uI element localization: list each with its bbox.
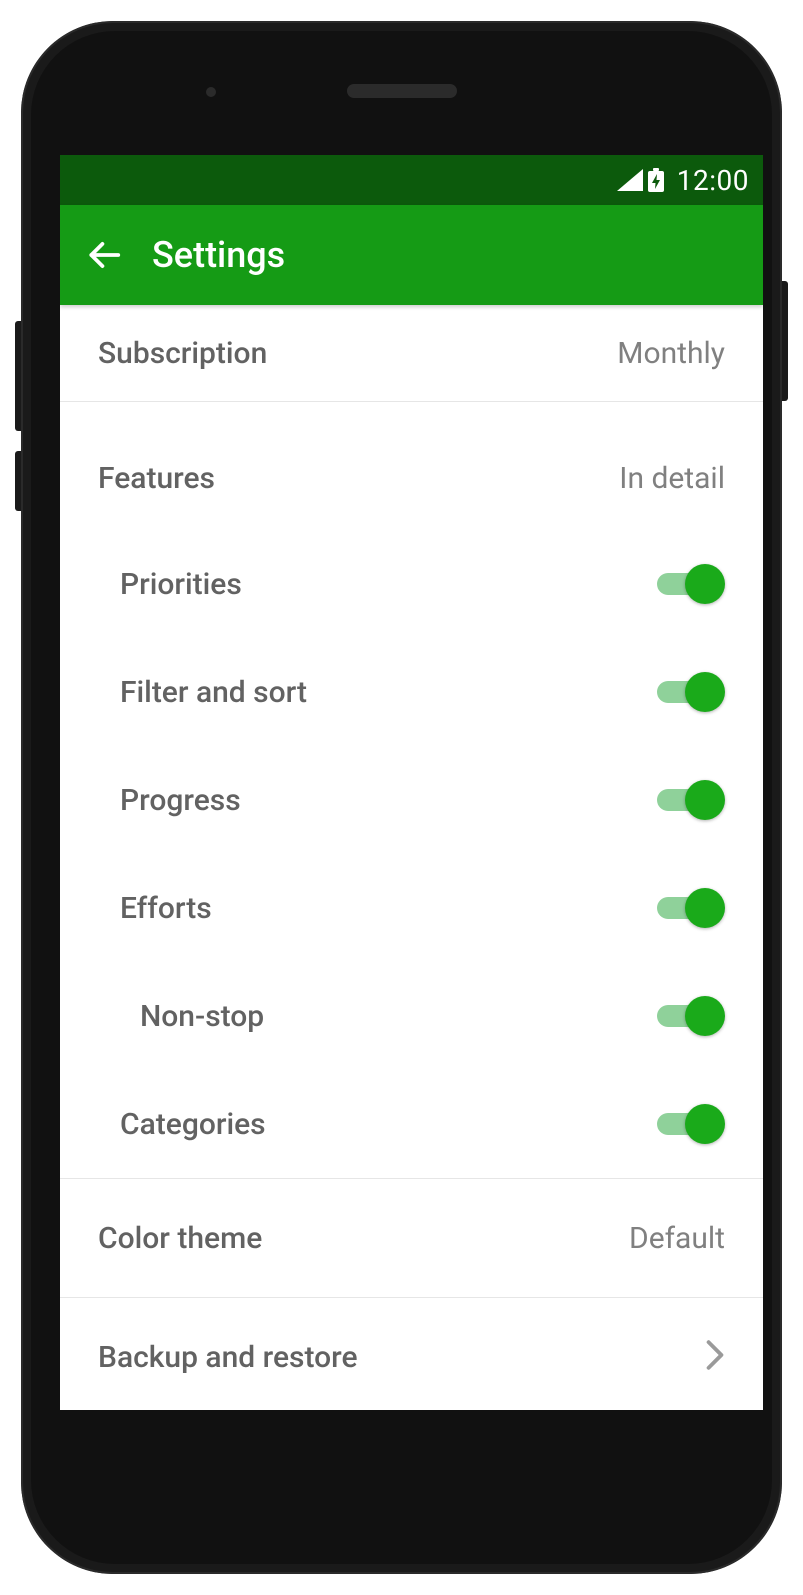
feature-row-efforts: Efforts: [60, 854, 763, 962]
subscription-label: Subscription: [98, 336, 267, 371]
settings-list[interactable]: Subscription Monthly Features In detail …: [60, 305, 763, 1410]
toggle-categories[interactable]: [657, 1104, 725, 1144]
feature-row-priorities: Priorities: [60, 530, 763, 638]
volume-down-button: [15, 451, 21, 511]
toggle-nonstop[interactable]: [657, 996, 725, 1036]
volume-up-button: [15, 321, 21, 431]
switch-thumb: [685, 780, 725, 820]
switch-thumb: [685, 564, 725, 604]
backup-restore-row[interactable]: Backup and restore: [60, 1298, 763, 1410]
color-theme-value: Default: [629, 1221, 725, 1256]
feature-label: Non-stop: [140, 999, 264, 1034]
page-title: Settings: [152, 234, 285, 276]
feature-label: Progress: [120, 783, 241, 818]
switch-thumb: [685, 888, 725, 928]
toggle-progress[interactable]: [657, 780, 725, 820]
backup-restore-label: Backup and restore: [98, 1340, 358, 1375]
chevron-right-icon: [705, 1339, 725, 1375]
phone-frame: 12:00 Settings Subscription Monthly F: [21, 21, 782, 1574]
toggle-efforts[interactable]: [657, 888, 725, 928]
subscription-row[interactable]: Subscription Monthly: [60, 305, 763, 401]
feature-label: Priorities: [120, 567, 242, 602]
switch-thumb: [685, 996, 725, 1036]
color-theme-label: Color theme: [98, 1221, 262, 1256]
toggle-priorities[interactable]: [657, 564, 725, 604]
arrow-left-icon: [85, 236, 123, 274]
spacer: [60, 402, 763, 426]
switch-thumb: [685, 672, 725, 712]
subscription-value: Monthly: [617, 336, 725, 371]
feature-row-nonstop: Non-stop: [60, 962, 763, 1070]
feature-label: Efforts: [120, 891, 212, 926]
status-time: 12:00: [677, 164, 749, 197]
status-bar: 12:00: [60, 155, 763, 205]
back-button[interactable]: [78, 229, 130, 281]
feature-row-filter-sort: Filter and sort: [60, 638, 763, 746]
power-button: [782, 281, 788, 401]
toggle-filter-sort[interactable]: [657, 672, 725, 712]
screen: 12:00 Settings Subscription Monthly F: [60, 155, 763, 1410]
color-theme-row[interactable]: Color theme Default: [60, 1179, 763, 1297]
phone-sensor: [206, 87, 216, 97]
phone-speaker: [347, 84, 457, 98]
feature-row-categories: Categories: [60, 1070, 763, 1178]
feature-label: Filter and sort: [120, 675, 307, 710]
status-icons: [617, 168, 665, 192]
switch-thumb: [685, 1104, 725, 1144]
feature-row-progress: Progress: [60, 746, 763, 854]
features-header-value: In detail: [619, 461, 725, 496]
features-header-label: Features: [98, 461, 215, 496]
battery-charging-icon: [647, 168, 665, 192]
feature-label: Categories: [120, 1107, 266, 1142]
app-bar: Settings: [60, 205, 763, 305]
cell-signal-icon: [617, 169, 643, 191]
features-header-row[interactable]: Features In detail: [60, 426, 763, 530]
